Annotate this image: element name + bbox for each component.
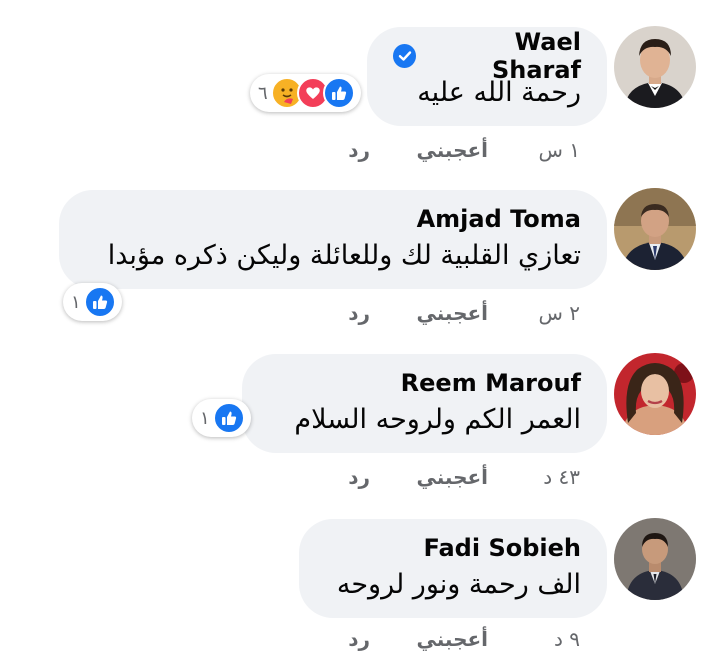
comment-author[interactable]: Reem Marouf bbox=[268, 366, 581, 400]
comment-text: تعازي القلبية لك وللعائلة وليكن ذكره مؤب… bbox=[107, 240, 581, 271]
comment-text: الف رحمة ونور لروحه bbox=[336, 569, 581, 600]
like-button[interactable]: أعجبني bbox=[370, 138, 489, 162]
author-name[interactable]: Fadi Sobieh bbox=[424, 534, 582, 562]
comment-item: Amjad Toma تعازي القلبية لك وللعائلة ولي… bbox=[0, 170, 720, 335]
avatar[interactable] bbox=[614, 26, 696, 108]
like-icon bbox=[212, 402, 245, 434]
reaction-summary[interactable]: ١ bbox=[63, 283, 122, 321]
reaction-summary[interactable]: ١ bbox=[192, 399, 251, 437]
reply-button[interactable]: رد bbox=[348, 627, 370, 651]
reaction-summary[interactable]: ٦ bbox=[250, 74, 361, 112]
comment-author[interactable]: Wael Sharaf bbox=[393, 28, 581, 84]
comment-item: Wael Sharaf رحمة الله عليه ٦ ١ س أعجبني … bbox=[0, 0, 720, 170]
author-name[interactable]: Reem Marouf bbox=[401, 369, 581, 397]
comment-actions: ٢ س أعجبني رد bbox=[348, 301, 580, 325]
comment-author[interactable]: Amjad Toma bbox=[85, 202, 581, 236]
comment-bubble: Fadi Sobieh الف رحمة ونور لروحه bbox=[299, 519, 607, 618]
reply-button[interactable]: رد bbox=[348, 138, 370, 162]
comment-time[interactable]: ١ س bbox=[488, 138, 580, 162]
comment-bubble: Wael Sharaf رحمة الله عليه bbox=[367, 27, 607, 126]
reply-button[interactable]: رد bbox=[348, 301, 370, 325]
verified-badge-icon bbox=[393, 44, 417, 68]
avatar[interactable] bbox=[614, 188, 696, 270]
comment-item: Reem Marouf العمر الكم ولروحه السلام ١ ٤… bbox=[0, 335, 720, 500]
comment-item: Fadi Sobieh الف رحمة ونور لروحه ٩ د أعجب… bbox=[0, 500, 720, 665]
like-button[interactable]: أعجبني bbox=[370, 301, 489, 325]
comment-text: رحمة الله عليه bbox=[417, 77, 581, 108]
like-button[interactable]: أعجبني bbox=[370, 465, 489, 489]
comment-actions: ١ س أعجبني رد bbox=[348, 138, 580, 162]
reaction-count: ٦ bbox=[258, 82, 268, 104]
comment-time[interactable]: ٤٣ د bbox=[488, 465, 580, 489]
comment-actions: ٤٣ د أعجبني رد bbox=[348, 465, 580, 489]
reply-button[interactable]: رد bbox=[348, 465, 370, 489]
comment-actions: ٩ د أعجبني رد bbox=[348, 627, 580, 651]
comment-bubble: Reem Marouf العمر الكم ولروحه السلام bbox=[242, 354, 607, 453]
avatar[interactable] bbox=[614, 518, 696, 600]
author-name[interactable]: Amjad Toma bbox=[417, 205, 581, 233]
reaction-count: ١ bbox=[200, 407, 210, 429]
like-icon bbox=[322, 77, 355, 109]
like-icon bbox=[83, 286, 116, 318]
comment-time[interactable]: ٩ د bbox=[488, 627, 580, 651]
comment-text: العمر الكم ولروحه السلام bbox=[294, 404, 581, 435]
comment-author[interactable]: Fadi Sobieh bbox=[325, 531, 582, 565]
reaction-count: ١ bbox=[71, 291, 81, 313]
like-button[interactable]: أعجبني bbox=[370, 627, 489, 651]
comment-time[interactable]: ٢ س bbox=[488, 301, 580, 325]
comment-bubble: Amjad Toma تعازي القلبية لك وللعائلة ولي… bbox=[59, 190, 607, 289]
avatar[interactable] bbox=[614, 353, 696, 435]
